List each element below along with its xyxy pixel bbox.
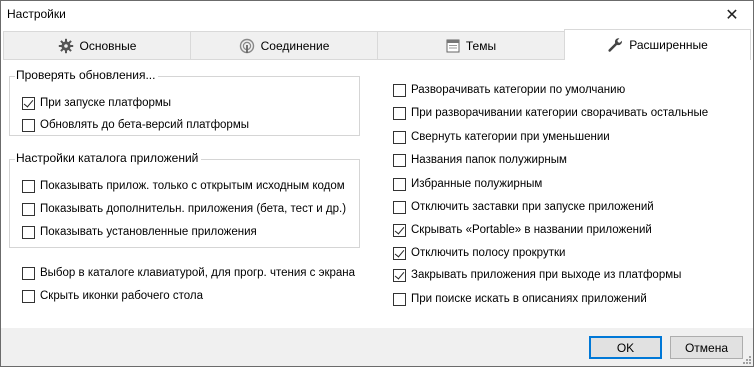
right-option-5-checkbox[interactable]	[393, 177, 406, 191]
settings-window: Настройки ✕ Основные Соединение Темы Рас…	[0, 0, 754, 367]
right-option-6-checkbox[interactable]	[393, 200, 406, 214]
catalog-group: Настройки каталога приложений Показывать…	[9, 151, 360, 248]
check-on-launch-option[interactable]: При запуске платформы	[22, 95, 171, 111]
check-on-launch-label: При запуске платформы	[40, 97, 172, 109]
tab-advanced[interactable]: Расширенные	[564, 29, 751, 60]
show-extra-apps-option[interactable]: Показывать дополнительн. приложения (бет…	[22, 201, 346, 217]
check-on-launch-checkbox[interactable]	[22, 96, 35, 110]
right-option-9-checkbox[interactable]	[393, 268, 406, 282]
open-source-only-option[interactable]: Показывать прилож. только с открытым исх…	[22, 178, 345, 194]
wrench-icon	[608, 38, 623, 52]
catalog-group-legend: Настройки каталога приложений	[15, 151, 202, 165]
right-option-3-label: Свернуть категории при уменьшении	[411, 131, 610, 143]
right-option-9[interactable]: Закрывать приложения при выходе из платф…	[393, 267, 681, 283]
gear-icon	[58, 38, 73, 53]
tab-general[interactable]: Основные	[3, 31, 191, 59]
right-option-10-checkbox[interactable]	[393, 292, 406, 306]
right-option-2[interactable]: При разворачивании категории сворачивать…	[393, 105, 708, 121]
tab-themes-label: Темы	[465, 38, 497, 53]
ok-button[interactable]: OK	[589, 336, 662, 359]
show-installed-option[interactable]: Показывать установленные приложения	[22, 224, 257, 240]
show-installed-checkbox[interactable]	[22, 225, 35, 239]
hide-desktop-icons-checkbox[interactable]	[22, 289, 35, 303]
right-option-8[interactable]: Отключить полосу прокрутки	[393, 245, 565, 261]
right-option-8-checkbox[interactable]	[393, 246, 406, 260]
connection-icon	[239, 38, 254, 53]
tab-bar: Основные Соединение Темы Расширенные	[3, 29, 751, 60]
right-option-7-checkbox[interactable]	[393, 223, 406, 237]
right-option-10[interactable]: При поиске искать в описаниях приложений	[393, 291, 647, 307]
open-source-only-checkbox[interactable]	[22, 179, 35, 193]
hide-desktop-icons-option[interactable]: Скрыть иконки рабочего стола	[22, 288, 203, 304]
beta-updates-option[interactable]: Обновлять до бета-версий платформы	[22, 117, 249, 133]
tab-connection-label: Соединение	[260, 38, 330, 53]
right-option-4[interactable]: Названия папок полужирным	[393, 152, 567, 168]
close-icon: ✕	[725, 7, 739, 24]
right-option-4-label: Названия папок полужирным	[411, 154, 567, 166]
themes-icon	[446, 39, 460, 52]
right-option-5[interactable]: Избранные полужирным	[393, 176, 542, 192]
title-bar: Настройки ✕	[1, 1, 753, 29]
right-option-9-label: Закрывать приложения при выходе из платф…	[411, 269, 682, 281]
right-option-3-checkbox[interactable]	[393, 130, 406, 144]
tab-connection[interactable]: Соединение	[190, 31, 378, 59]
show-extra-apps-label: Показывать дополнительн. приложения (бет…	[40, 203, 347, 215]
beta-updates-label: Обновлять до бета-версий платформы	[40, 119, 249, 131]
right-option-7-label: Скрывать «Portable» в названии приложени…	[411, 224, 652, 236]
show-extra-apps-checkbox[interactable]	[22, 202, 35, 216]
beta-updates-checkbox[interactable]	[22, 118, 35, 132]
right-option-6[interactable]: Отключить заставки при запуске приложени…	[393, 199, 654, 215]
window-title: Настройки	[7, 7, 66, 21]
dialog-footer: OK Отмена	[1, 328, 753, 366]
keyboard-selection-label: Выбор в каталоге клавиатурой, для прогр.…	[40, 267, 356, 279]
show-installed-label: Показывать установленные приложения	[40, 226, 257, 238]
close-button[interactable]: ✕	[711, 1, 753, 29]
advanced-panel: Проверять обновления... При запуске плат…	[3, 59, 751, 328]
hide-desktop-icons-label: Скрыть иконки рабочего стола	[40, 290, 204, 302]
open-source-only-label: Показывать прилож. только с открытым исх…	[40, 180, 345, 192]
tab-themes[interactable]: Темы	[377, 31, 565, 59]
right-option-5-label: Избранные полужирным	[411, 178, 543, 190]
right-option-6-label: Отключить заставки при запуске приложени…	[411, 201, 654, 213]
resize-grip-icon[interactable]	[741, 354, 751, 364]
right-option-7[interactable]: Скрывать «Portable» в названии приложени…	[393, 222, 652, 238]
tab-general-label: Основные	[79, 38, 137, 53]
right-option-1-checkbox[interactable]	[393, 83, 406, 97]
updates-group-legend: Проверять обновления...	[15, 68, 159, 82]
cancel-button[interactable]: Отмена	[670, 336, 743, 359]
updates-group: Проверять обновления... При запуске плат…	[9, 68, 360, 136]
right-option-1-label: Разворачивать категории по умолчанию	[411, 84, 626, 96]
right-option-2-label: При разворачивании категории сворачивать…	[411, 107, 709, 119]
keyboard-selection-checkbox[interactable]	[22, 266, 35, 280]
right-option-2-checkbox[interactable]	[393, 106, 406, 120]
right-option-10-label: При поиске искать в описаниях приложений	[411, 293, 647, 305]
right-option-1[interactable]: Разворачивать категории по умолчанию	[393, 82, 625, 98]
right-option-8-label: Отключить полосу прокрутки	[411, 247, 566, 259]
right-option-3[interactable]: Свернуть категории при уменьшении	[393, 129, 610, 145]
keyboard-selection-option[interactable]: Выбор в каталоге клавиатурой, для прогр.…	[22, 265, 355, 281]
tab-advanced-label: Расширенные	[629, 38, 708, 52]
right-option-4-checkbox[interactable]	[393, 153, 406, 167]
